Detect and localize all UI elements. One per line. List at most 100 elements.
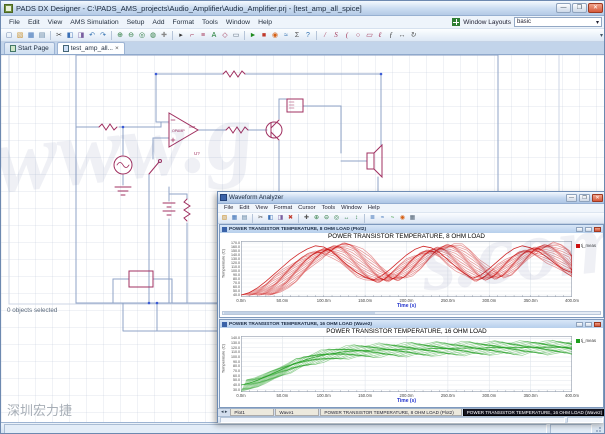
- wave-tab-3[interactable]: POWER TRANSISTOR TEMPERATURE, 16 OHM LOA…: [463, 409, 604, 416]
- menu-format[interactable]: Format: [169, 18, 199, 27]
- menu-tools[interactable]: Tools: [319, 205, 339, 211]
- draw-curve-icon[interactable]: S: [331, 30, 341, 41]
- draw-arc-icon[interactable]: (: [342, 30, 352, 41]
- stack-waves-icon[interactable]: ≣: [368, 214, 377, 223]
- draw-polyline-icon[interactable]: ℓ: [375, 30, 385, 41]
- zoom-out-icon[interactable]: ⊖: [322, 214, 331, 223]
- resize-grip[interactable]: [595, 425, 603, 433]
- menu-format[interactable]: Format: [271, 205, 295, 211]
- delete-icon[interactable]: ✖: [286, 214, 295, 223]
- menu-file[interactable]: File: [221, 205, 236, 211]
- add-text-icon[interactable]: A: [209, 30, 219, 41]
- cut-icon[interactable]: ✂: [256, 214, 265, 223]
- zoom-in-icon[interactable]: ⊕: [115, 30, 125, 41]
- undo-icon[interactable]: ↶: [87, 30, 97, 41]
- zoom-x-icon[interactable]: ↔: [342, 214, 351, 223]
- plot16-maximize-button[interactable]: [585, 322, 592, 327]
- simulate-stop-icon[interactable]: ■: [259, 30, 269, 41]
- maximize-button[interactable]: ❐: [572, 3, 587, 13]
- minimize-button[interactable]: —: [556, 3, 571, 13]
- wave-tab-2[interactable]: POWER TRANSISTOR TEMPERATURE, 8 OHM LOAD…: [320, 409, 461, 416]
- draw-line-icon[interactable]: /: [320, 30, 330, 41]
- new-icon[interactable]: ▢: [4, 30, 14, 41]
- menu-ams-simulation[interactable]: AMS Simulation: [66, 18, 122, 27]
- cursor-icon[interactable]: ✚: [302, 214, 311, 223]
- menu-help[interactable]: Help: [254, 18, 276, 27]
- plot8-close-button[interactable]: [594, 227, 601, 232]
- chart-8ohm-plot-area[interactable]: [241, 241, 572, 297]
- save-icon[interactable]: ▦: [230, 214, 239, 223]
- plot8-title-bar[interactable]: POWER TRANSISTOR TEMPERATURE, 8 OHM LOAD…: [220, 225, 603, 233]
- zoom-area-icon[interactable]: ◍: [148, 30, 158, 41]
- select-icon[interactable]: ▸: [176, 30, 186, 41]
- measure-icon[interactable]: ◉: [398, 214, 407, 223]
- plot8-minimize-button[interactable]: [576, 227, 583, 232]
- redo-icon[interactable]: ↷: [98, 30, 108, 41]
- rotate-icon[interactable]: ↻: [408, 30, 418, 41]
- draw-text-icon[interactable]: ƒ: [386, 30, 396, 41]
- plot8-maximize-button[interactable]: [585, 227, 592, 232]
- plot16-title-bar[interactable]: POWER TRANSISTOR TEMPERATURE, 16 OHM LOA…: [220, 320, 603, 328]
- add-wire-icon[interactable]: ⌐: [187, 30, 197, 41]
- print-icon[interactable]: ▤: [240, 214, 249, 223]
- open-icon[interactable]: ▧: [220, 214, 229, 223]
- menu-view[interactable]: View: [44, 18, 67, 27]
- zoom-out-icon[interactable]: ⊖: [126, 30, 136, 41]
- new-wave-icon[interactable]: ~: [388, 214, 397, 223]
- wave-tab-1[interactable]: Wave1: [275, 409, 319, 416]
- wave-close-button[interactable]: ✕: [592, 194, 603, 202]
- chart-8ohm[interactable]: POWER TRANSISTOR TEMPERATURE, 8 OHM LOAD…: [220, 233, 603, 317]
- tab-schematic[interactable]: test_amp_all... ×: [57, 42, 125, 54]
- waveform-icon[interactable]: ≈: [281, 30, 291, 41]
- add-symbol-icon[interactable]: ◇: [220, 30, 230, 41]
- chart-16ohm[interactable]: POWER TRANSISTOR TEMPERATURE, 16 OHM LOA…: [220, 328, 603, 407]
- plot16-close-button[interactable]: [594, 322, 601, 327]
- zoom-full-icon[interactable]: ◎: [332, 214, 341, 223]
- wave-title-bar[interactable]: Waveform Analyzer — ❐ ✕: [218, 192, 605, 204]
- pan-icon[interactable]: ✚: [159, 30, 169, 41]
- grid-icon[interactable]: ▦: [408, 214, 417, 223]
- help-icon[interactable]: ?: [303, 30, 313, 41]
- netlist-icon[interactable]: Σ: [292, 30, 302, 41]
- zoom-fit-icon[interactable]: ◎: [137, 30, 147, 41]
- tab-scroll-arrows-icon[interactable]: ◂ ▸: [219, 409, 229, 416]
- menu-window[interactable]: Window: [222, 18, 254, 27]
- copy-icon[interactable]: ◧: [266, 214, 275, 223]
- window-layouts-select[interactable]: basic ▾: [514, 17, 602, 27]
- copy-icon[interactable]: ◧: [65, 30, 75, 41]
- close-button[interactable]: ✕: [588, 3, 603, 13]
- cut-icon[interactable]: ✂: [54, 30, 64, 41]
- menu-window[interactable]: Window: [338, 205, 365, 211]
- simulate-run-icon[interactable]: ►: [248, 30, 258, 41]
- menu-setup[interactable]: Setup: [123, 18, 149, 27]
- menu-edit[interactable]: Edit: [24, 18, 44, 27]
- draw-rect-icon[interactable]: ▭: [364, 30, 374, 41]
- paste-icon[interactable]: ◨: [276, 214, 285, 223]
- menu-tools[interactable]: Tools: [198, 18, 222, 27]
- print-icon[interactable]: ▤: [37, 30, 47, 41]
- menu-file[interactable]: File: [5, 18, 24, 27]
- plot16-minimize-button[interactable]: [576, 322, 583, 327]
- open-icon[interactable]: ▧: [15, 30, 25, 41]
- wave-minimize-button[interactable]: —: [566, 194, 577, 202]
- properties-icon[interactable]: ▭: [231, 30, 241, 41]
- toolbar-overflow-icon[interactable]: ▾: [600, 32, 603, 39]
- menu-add[interactable]: Add: [148, 18, 168, 27]
- draw-circle-icon[interactable]: ○: [353, 30, 363, 41]
- menu-edit[interactable]: Edit: [236, 205, 252, 211]
- wave-tab-0[interactable]: Plot1: [230, 409, 274, 416]
- tab-close-icon[interactable]: ×: [115, 45, 119, 52]
- mirror-icon[interactable]: ↔: [397, 30, 407, 41]
- plot8-hscrollbar[interactable]: [222, 311, 601, 315]
- add-bus-icon[interactable]: ≡: [198, 30, 208, 41]
- overlay-waves-icon[interactable]: ≈: [378, 214, 387, 223]
- zoom-y-icon[interactable]: ↕: [352, 214, 361, 223]
- menu-help[interactable]: Help: [365, 205, 383, 211]
- zoom-in-icon[interactable]: ⊕: [312, 214, 321, 223]
- tab-start-page[interactable]: Start Page: [4, 42, 55, 54]
- menu-cursor[interactable]: Cursor: [295, 205, 318, 211]
- title-bar[interactable]: PADS DX Designer - C:\PADS_AMS_projects\…: [1, 1, 605, 16]
- probe-icon[interactable]: ◉: [270, 30, 280, 41]
- wave-maximize-button[interactable]: ❐: [579, 194, 590, 202]
- menu-view[interactable]: View: [252, 205, 270, 211]
